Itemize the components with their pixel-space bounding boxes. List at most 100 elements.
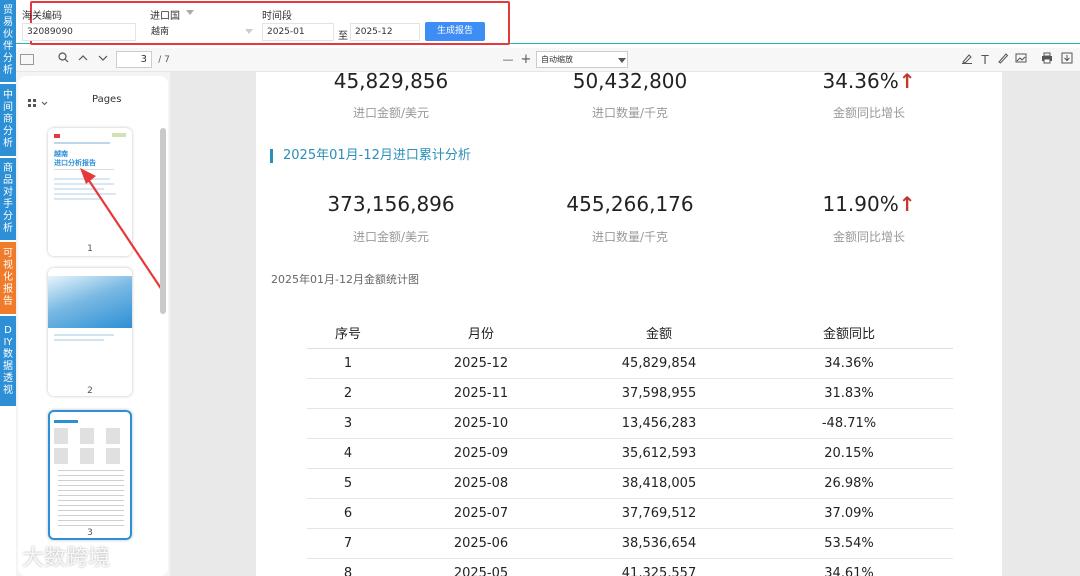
text-tool-icon[interactable]: T (978, 52, 992, 68)
table-cell: 2025-11 (389, 378, 573, 409)
zoom-select[interactable]: 自动缩放 (536, 51, 628, 68)
table-cell: 8 (307, 558, 389, 576)
table-cell: 26.98% (745, 468, 953, 499)
cum-growth-label: 金额同比增长 (832, 230, 905, 244)
table-row: 6 2025-07 37,769,512 37.09% (307, 498, 953, 529)
top-qty-label: 进口数量/千克 (591, 106, 669, 120)
table-row: 3 2025-10 13,456,283 -48.71% (307, 408, 953, 439)
col-header: 金额 (573, 318, 745, 349)
highlight-pen-icon[interactable] (960, 52, 974, 68)
chevron-down-icon (186, 10, 194, 15)
table-cell: 31.83% (745, 378, 953, 409)
tab-intermediary[interactable]: 中间商分析 (0, 84, 16, 156)
monthly-table: 序号 月份 金额 金额同比 1 2025-12 45,829,854 34.36% 2… (307, 318, 953, 576)
draw-tool-icon[interactable] (996, 52, 1010, 68)
hs-code-input[interactable]: 32089090 (22, 23, 136, 41)
page-number-2: 2 (87, 386, 93, 396)
page-total: / 7 (158, 55, 170, 65)
tab-diy-pivot[interactable]: DIY数据透视 (0, 316, 16, 406)
period-label: 时间段 (262, 11, 292, 22)
thumb-line (54, 142, 110, 144)
zoom-in-button[interactable]: + (520, 52, 532, 68)
tab-visual-report[interactable]: 可视化报告 (0, 242, 16, 314)
table-row: 4 2025-09 35,612,593 20.15% (307, 438, 953, 469)
table-cell: 38,536,654 (573, 528, 745, 559)
table-cell: 6 (307, 498, 389, 529)
thumb-stats (54, 428, 128, 444)
tab-label: 可视化报告 (3, 248, 13, 307)
tab-trade-partner[interactable]: 贸易伙伴分析 (0, 0, 16, 82)
table-cell: 37.09% (745, 498, 953, 529)
country-select[interactable]: 进口国 (150, 7, 180, 22)
prev-page-icon[interactable] (76, 52, 90, 68)
download-icon[interactable] (1060, 52, 1074, 68)
watermark: 大数跨境 (22, 546, 111, 571)
page-thumbnail-3[interactable] (48, 410, 132, 540)
table-cell: -48.71% (745, 408, 953, 439)
table-cell: 2025-12 (389, 348, 573, 379)
top-growth: 34.36%↑ (749, 69, 989, 93)
arrow-up-icon: ↑ (898, 69, 916, 93)
table-cell: 53.54% (745, 528, 953, 559)
tab-label: 商品对手分析 (3, 163, 13, 234)
country-input[interactable]: 越南 (146, 23, 256, 41)
page-number-3: 3 (87, 528, 93, 538)
table-cell: 45,829,854 (573, 348, 745, 379)
zoom-select-value: 自动缩放 (541, 55, 573, 64)
table-row: 5 2025-08 38,418,005 26.98% (307, 468, 953, 499)
page-number-input[interactable]: 3 (116, 51, 152, 68)
start-date-input[interactable]: 2025-01 (262, 23, 334, 41)
red-arrow-annotation (80, 168, 163, 291)
table-cell: 2025-10 (389, 408, 573, 439)
chevron-down-icon (618, 58, 626, 63)
print-icon[interactable] (1040, 52, 1054, 68)
chart-caption: 2025年01月-12月金额统计图 (271, 273, 419, 286)
table-cell: 35,612,593 (573, 438, 745, 469)
grid-view-icon[interactable] (28, 94, 50, 113)
generate-report-button[interactable]: 生成报告 (425, 22, 485, 41)
cum-qty-label: 进口数量/千克 (591, 230, 669, 244)
table-cell: 34.61% (745, 558, 953, 576)
next-page-icon[interactable] (96, 52, 110, 68)
sidebar-title: Pages (92, 94, 122, 105)
tab-competitor[interactable]: 商品对手分析 (0, 158, 16, 240)
tab-label: 中间商分析 (3, 90, 13, 149)
table-row: 1 2025-12 45,829,854 34.36% (307, 348, 953, 379)
table-cell: 1 (307, 348, 389, 379)
tab-label: 贸易伙伴分析 (3, 5, 13, 76)
table-cell: 37,769,512 (573, 498, 745, 529)
image-tool-icon[interactable] (1014, 52, 1028, 68)
sidebar-toggle-icon[interactable] (20, 54, 34, 65)
hs-code-label: 海关编码 (22, 11, 62, 22)
logo (112, 133, 126, 137)
table-cell: 13,456,283 (573, 408, 745, 439)
thumbnail-panel: Pages 越南 进口分析报告 1 2 3 (18, 76, 168, 576)
sidebar-scrollbar[interactable] (160, 128, 166, 314)
flag-icon (54, 134, 60, 138)
search-icon[interactable] (56, 52, 70, 68)
table-cell: 34.36% (745, 348, 953, 379)
arrow-up-icon: ↑ (898, 192, 916, 216)
thumb-table (58, 470, 124, 528)
thumb-line (54, 334, 114, 336)
table-cell: 2025-08 (389, 468, 573, 499)
table-cell: 2025-06 (389, 528, 573, 559)
end-date-input[interactable]: 2025-12 (350, 23, 420, 41)
chevron-down-icon (245, 29, 253, 34)
app-root: 贸易伙伴分析 中间商分析 商品对手分析 可视化报告 DIY数据透视 海关编码 3… (0, 0, 1080, 576)
zoom-out-button[interactable]: — (502, 52, 514, 68)
table-row: 8 2025-05 41,325,557 34.61% (307, 558, 953, 576)
cum-amount: 373,156,896 (327, 192, 455, 216)
cum-growth-value: 11.90% (822, 192, 899, 216)
cum-growth: 11.90%↑ (749, 192, 989, 216)
table-cell: 4 (307, 438, 389, 469)
table-row: 7 2025-06 38,536,654 53.54% (307, 528, 953, 559)
query-form: 海关编码 32089090 进口国 越南 时间段 2025-01 至 2025-… (16, 0, 1080, 45)
top-amount: 45,829,856 (333, 69, 449, 93)
top-growth-label: 金额同比增长 (832, 106, 905, 120)
thumb-line (54, 420, 78, 423)
table-cell: 5 (307, 468, 389, 499)
table-cell: 37,598,955 (573, 378, 745, 409)
range-separator: 至 (338, 31, 348, 42)
col-header: 序号 (307, 318, 389, 349)
